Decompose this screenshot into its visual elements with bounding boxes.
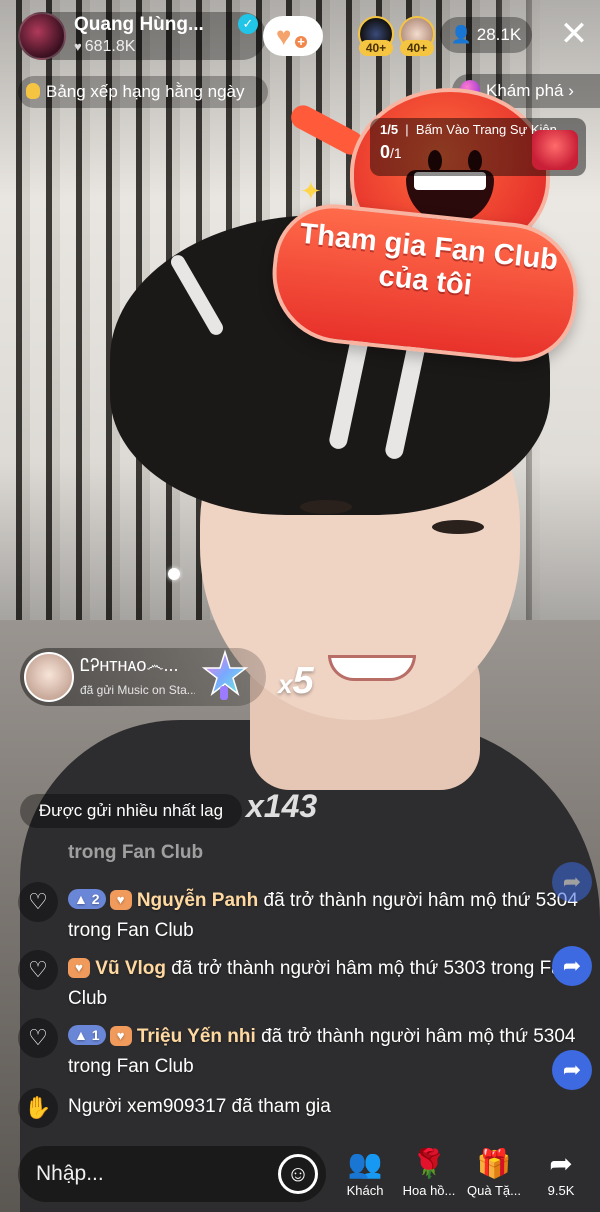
share-icon[interactable]: ➦ xyxy=(552,862,592,902)
star-wand-gift-icon xyxy=(201,649,249,700)
gift-multiplier: x5 xyxy=(278,660,314,703)
streamer-mouth xyxy=(328,655,416,681)
most-sent-pill[interactable]: Được gửi nhiều nhất lag xyxy=(20,794,242,828)
streamer-eye xyxy=(432,520,484,534)
viewer-badge: 40+ xyxy=(359,40,393,56)
fanclub-heart-icon: ♡ xyxy=(18,950,58,990)
streamer-eye xyxy=(300,500,352,514)
progress-total: /1 xyxy=(390,145,402,161)
event-step: 1/5 | Bấm Vào Trang Sự Kiện xyxy=(380,122,557,137)
event-progress: 0/1 xyxy=(380,142,402,163)
gift-description: đã gửi Music on Sta... xyxy=(80,683,195,697)
host-name[interactable]: Quang Hùng... xyxy=(74,14,219,36)
fan-badge-icon: ♥ xyxy=(109,1026,132,1046)
share-icon[interactable]: ➦ xyxy=(552,1050,592,1090)
join-text: Người xem909317 đã tham gia xyxy=(68,1096,331,1117)
chat-text: ▲ 1 ♥ Triệu Yến nhi đã trở thành người hâ… xyxy=(68,1022,578,1082)
thumb-icon xyxy=(26,83,40,99)
most-sent-multiplier: x143 xyxy=(246,788,318,824)
share-count: 9.5K xyxy=(547,1183,575,1198)
host-avatar[interactable] xyxy=(18,12,66,60)
gifts-button[interactable]: 🎁 Quà Tặ... xyxy=(463,1146,525,1206)
viewer-count-button[interactable]: 👤 28.1K xyxy=(440,17,532,53)
guests-button[interactable]: 👥 Khách xyxy=(334,1146,396,1206)
rose-gift-button[interactable]: 🌹 Hoa hồ... xyxy=(398,1146,460,1206)
share-icon[interactable]: ➦ xyxy=(552,946,592,986)
likes-count: 681.8K xyxy=(84,38,136,55)
level-value: 2 xyxy=(91,891,100,907)
chat-username[interactable]: Vũ Vlog xyxy=(95,958,166,979)
person-icon: 👤 xyxy=(450,25,472,44)
rose-label: Hoa hồ... xyxy=(402,1183,456,1198)
multiplier-prefix: x xyxy=(278,669,293,699)
fanclub-heart-icon: ♡ xyxy=(18,1018,58,1058)
share-arrow-icon: ➦ xyxy=(549,1148,573,1179)
sparkle-icon: ✦ xyxy=(300,176,322,206)
level-value: 1 xyxy=(91,1027,100,1043)
host-likes: ♥ 681.8K xyxy=(74,38,135,56)
chat-text: ♥ Vũ Vlog đã trở thành người hâm mộ thứ … xyxy=(68,954,578,1014)
heart-icon: ♥ xyxy=(74,39,82,54)
viewer-badge: 40+ xyxy=(400,40,434,56)
guests-icon: 👥 xyxy=(347,1148,383,1179)
gift-sender-name: ᏝᎮʜᴛʜᴀᴏ෴... xyxy=(80,655,179,675)
plus-icon: + xyxy=(293,34,309,50)
daily-ranking-button[interactable]: Bảng xếp hạng hằng ngày xyxy=(18,76,268,108)
verified-icon: ✓ xyxy=(238,14,258,34)
streamer-earring xyxy=(168,568,180,580)
guests-label: Khách xyxy=(346,1183,384,1198)
level-badge: ▲ 1 xyxy=(68,1025,106,1045)
close-icon[interactable]: ✕ xyxy=(556,16,592,52)
level-badge: ▲ 2 xyxy=(68,889,106,909)
gifts-label: Quà Tặ... xyxy=(467,1183,521,1198)
chat-username[interactable]: Nguyễn Panh xyxy=(137,890,258,911)
fan-badge-icon: ♥ xyxy=(68,958,90,978)
chat-username[interactable]: Triệu Yến nhi xyxy=(137,1026,256,1047)
rose-icon: 🌹 xyxy=(411,1148,447,1179)
fanclub-heart-icon: ♡ xyxy=(18,882,58,922)
gift-box-icon: 🎁 xyxy=(476,1148,512,1179)
follow-fanclub-button[interactable]: ♥ + xyxy=(263,16,323,56)
fan-badge-icon: ♥ xyxy=(109,890,132,910)
wave-hand-icon: ✋ xyxy=(18,1088,58,1128)
chevron-right-icon: › xyxy=(568,81,574,100)
emoji-icon[interactable]: ☺ xyxy=(278,1154,318,1194)
progress-done: 0 xyxy=(380,142,391,162)
chat-faded-line: trong Fan Club xyxy=(68,842,204,863)
heart-icon: ♥ xyxy=(276,21,292,51)
gift-sender-avatar[interactable] xyxy=(24,652,74,702)
ranking-label: Bảng xếp hạng hằng ngày xyxy=(46,82,245,101)
chat-text: ▲ 2 ♥ Nguyễn Panh đã trở thành người hâm … xyxy=(68,886,578,946)
event-gift-icon[interactable] xyxy=(532,130,578,170)
event-step-count: 1/5 xyxy=(380,122,399,137)
multiplier-value: 5 xyxy=(292,660,314,702)
share-button[interactable]: ➦ 9.5K xyxy=(530,1146,592,1206)
viewer-count: 28.1K xyxy=(476,25,522,44)
explore-label: Khám phá xyxy=(486,81,564,100)
